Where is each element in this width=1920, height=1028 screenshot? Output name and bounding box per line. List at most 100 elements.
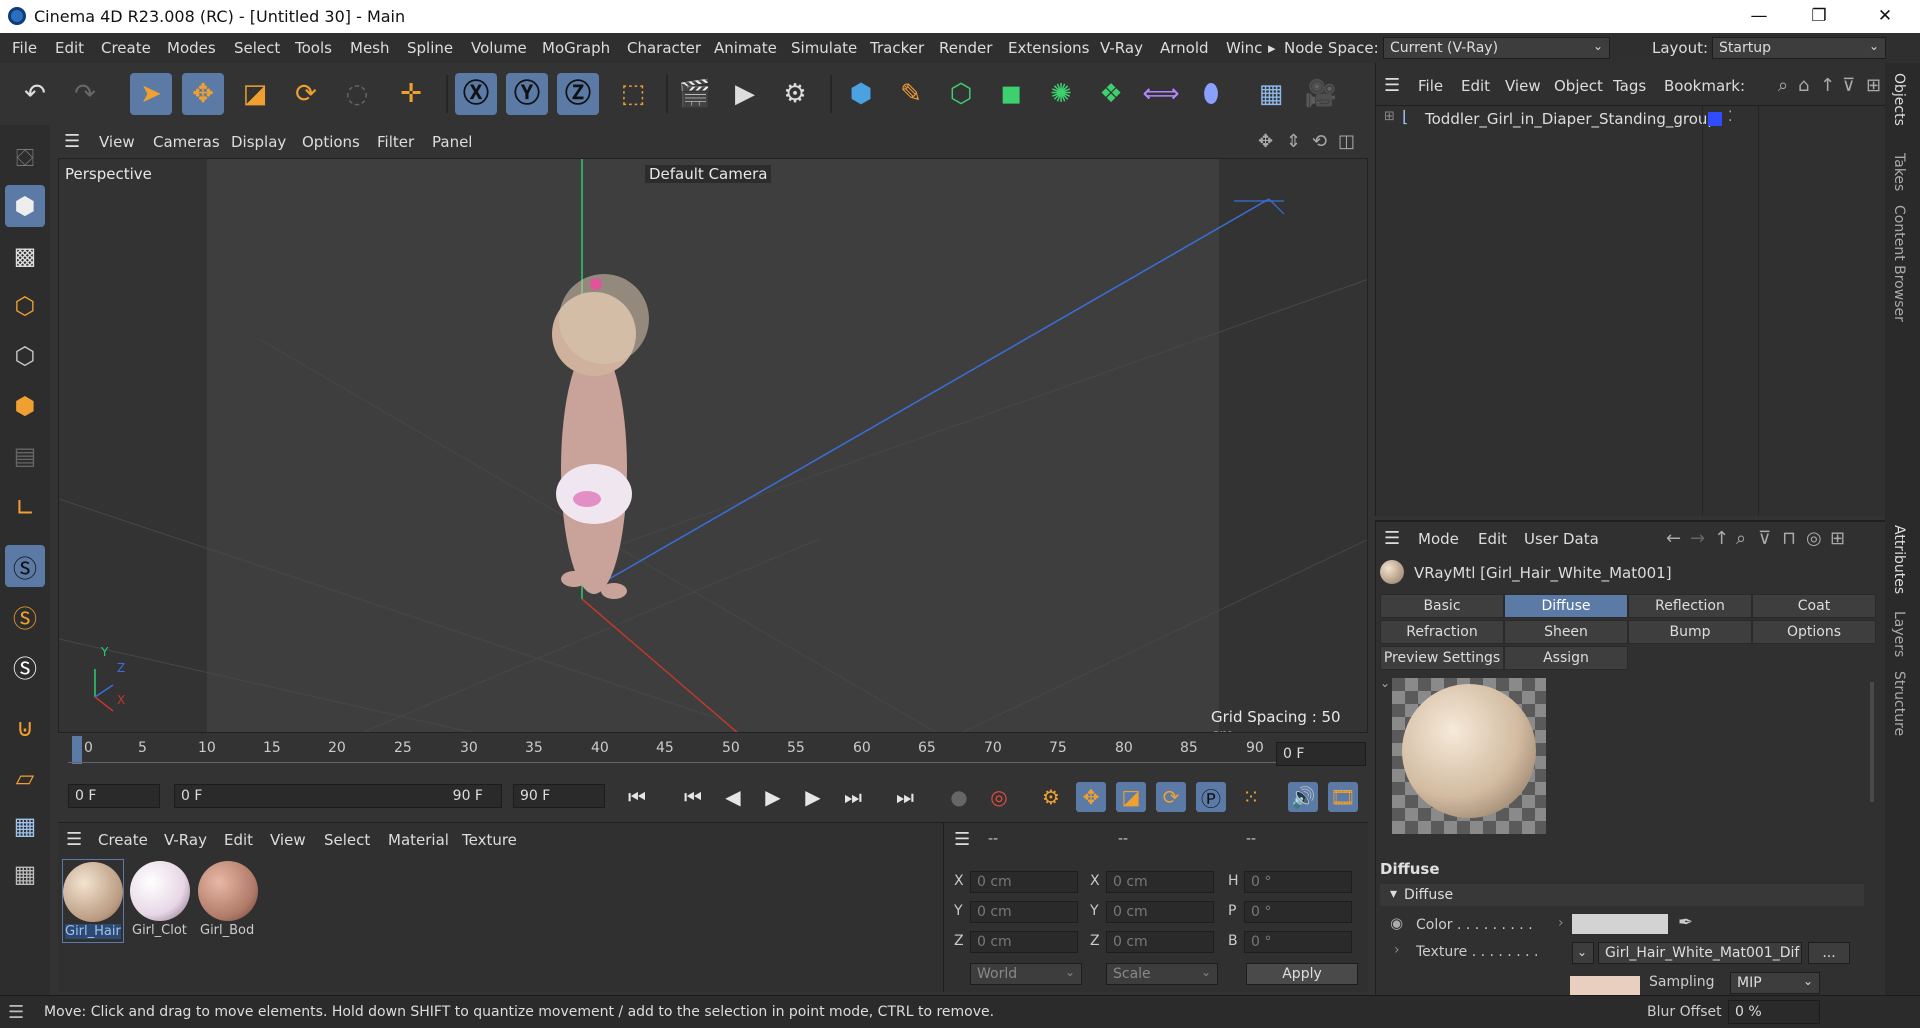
- attr-scrollbar[interactable]: [1870, 682, 1874, 802]
- workplane-button[interactable]: ▱: [5, 757, 45, 799]
- menu-volume[interactable]: Volume: [471, 39, 527, 57]
- go-to-end-button[interactable]: ⏭: [890, 782, 920, 812]
- viewport-menu-options[interactable]: Options: [302, 133, 360, 151]
- object-menu-tags[interactable]: Tags: [1613, 77, 1646, 95]
- object-menu-file[interactable]: File: [1418, 77, 1443, 95]
- layer-color-swatch[interactable]: [1708, 112, 1722, 126]
- min-frame-field[interactable]: 0 F: [68, 784, 160, 808]
- texture-more-button[interactable]: ...: [1808, 942, 1850, 964]
- menu-select[interactable]: Select: [234, 39, 280, 57]
- size-z-field[interactable]: 0 cm: [1106, 931, 1214, 953]
- edges-mode-button[interactable]: ⬡: [5, 335, 45, 377]
- viewport-pan-icon[interactable]: ✥: [1258, 131, 1273, 152]
- key-rotation-button[interactable]: ⟳: [1156, 782, 1186, 812]
- menu-simulate[interactable]: Simulate: [791, 39, 857, 57]
- snap-button[interactable]: ⊍: [5, 707, 45, 749]
- menu-extensions[interactable]: Extensions: [1008, 39, 1089, 57]
- mograph-cloner-button[interactable]: ✺: [1040, 73, 1082, 115]
- y-axis-lock-button[interactable]: Ⓨ: [506, 73, 548, 115]
- menu-window[interactable]: Winc: [1226, 39, 1262, 57]
- forward-arrow-icon[interactable]: →: [1690, 528, 1705, 549]
- camera-button[interactable]: 🎥: [1300, 73, 1342, 115]
- timeline-ruler[interactable]: 0 5 10 15 20 25 30 35 40 45 50 55 60 65 …: [58, 736, 1368, 776]
- keyframe-selection-button[interactable]: ⚙: [1036, 782, 1066, 812]
- tab-basic[interactable]: Basic: [1380, 594, 1504, 618]
- menu-animate[interactable]: Animate: [714, 39, 777, 57]
- viewport-menu-display[interactable]: Display: [231, 133, 286, 151]
- viewport-camera-label[interactable]: Default Camera: [645, 165, 772, 183]
- tab-content-browser-vertical[interactable]: Content Browser: [1891, 205, 1907, 322]
- color-swatch[interactable]: [1572, 914, 1668, 934]
- tab-options[interactable]: Options: [1752, 620, 1876, 644]
- eyedropper-icon[interactable]: ✒: [1678, 912, 1693, 933]
- up-arrow-icon[interactable]: ↑: [1714, 528, 1729, 549]
- locked-workplane-button[interactable]: ▦: [5, 805, 45, 847]
- viewport-3d[interactable]: Perspective Default Camera Grid Spacing …: [58, 158, 1368, 733]
- menu-tools[interactable]: Tools: [295, 39, 332, 57]
- field-button[interactable]: ⬮: [1190, 73, 1232, 115]
- next-key-button[interactable]: ⏭: [838, 782, 868, 812]
- points-mode-button[interactable]: ⬡: [5, 285, 45, 327]
- back-arrow-icon[interactable]: ←: [1666, 528, 1681, 549]
- attr-menu-edit[interactable]: Edit: [1478, 530, 1507, 548]
- redo-button[interactable]: ↷: [64, 73, 106, 115]
- scale-tool-button[interactable]: ◪: [234, 73, 276, 115]
- cube-button[interactable]: ⬢: [840, 73, 882, 115]
- material-menu-view[interactable]: View: [270, 831, 306, 849]
- viewport-menu-panel[interactable]: Panel: [432, 133, 472, 151]
- diffuse-group-header[interactable]: ▾ Diffuse: [1380, 884, 1864, 906]
- hamburger-icon[interactable]: ☰: [8, 1002, 24, 1023]
- attr-menu-mode[interactable]: Mode: [1418, 530, 1459, 548]
- expand-color-icon[interactable]: ›: [1558, 915, 1564, 931]
- floor-button[interactable]: ▦: [1250, 73, 1292, 115]
- rotation-p-field[interactable]: 0 °: [1244, 901, 1352, 923]
- hamburger-icon[interactable]: ☰: [66, 829, 82, 850]
- tab-refraction[interactable]: Refraction: [1380, 620, 1504, 644]
- node-space-select[interactable]: Current (V-Ray) ⌄: [1383, 37, 1610, 59]
- tab-assign[interactable]: Assign: [1504, 646, 1628, 670]
- expand-texture-icon[interactable]: ›: [1394, 942, 1400, 958]
- position-y-field[interactable]: 0 cm: [970, 901, 1078, 923]
- close-button[interactable]: ✕: [1862, 2, 1908, 30]
- rotation-b-field[interactable]: 0 °: [1244, 931, 1352, 953]
- object-menu-bookmarks[interactable]: Bookmark:: [1664, 77, 1745, 95]
- previous-key-button[interactable]: ⏮: [678, 782, 708, 812]
- filter-icon[interactable]: ⊽: [1758, 528, 1771, 549]
- hamburger-icon[interactable]: ☰: [64, 131, 80, 152]
- tab-coat[interactable]: Coat: [1752, 594, 1876, 618]
- attr-menu-user-data[interactable]: User Data: [1524, 530, 1599, 548]
- preview-range-slider[interactable]: 0 F 90 F: [174, 784, 502, 808]
- hamburger-icon[interactable]: ☰: [954, 829, 970, 850]
- viewport-menu-filter[interactable]: Filter: [377, 133, 414, 151]
- menu-render[interactable]: Render: [939, 39, 992, 57]
- new-window-icon[interactable]: ⊞: [1866, 75, 1881, 96]
- world-axis-button[interactable]: ✛: [390, 73, 432, 115]
- object-row[interactable]: ⊞ ⌊ Toddler_Girl_in_Diaper_Standing_grou…: [1376, 107, 1886, 131]
- tab-reflection[interactable]: Reflection: [1628, 594, 1752, 618]
- timeline-playhead[interactable]: [72, 736, 82, 764]
- key-position-button[interactable]: ✥: [1076, 782, 1106, 812]
- tab-preview-settings[interactable]: Preview Settings: [1380, 646, 1504, 670]
- key-parameter-button[interactable]: Ⓟ: [1196, 782, 1226, 812]
- key-pla-button[interactable]: ⁙: [1236, 782, 1266, 812]
- menu-vray[interactable]: V-Ray: [1100, 39, 1143, 57]
- size-x-field[interactable]: 0 cm: [1106, 871, 1214, 893]
- rotation-h-field[interactable]: 0 °: [1244, 871, 1352, 893]
- sound-button[interactable]: 🔊: [1288, 782, 1318, 812]
- film-button[interactable]: 🎞: [1328, 782, 1358, 812]
- chevron-down-icon[interactable]: ⌄: [1380, 676, 1390, 690]
- material-menu-edit[interactable]: Edit: [224, 831, 253, 849]
- menu-mesh[interactable]: Mesh: [350, 39, 390, 57]
- x-axis-lock-button[interactable]: Ⓧ: [455, 73, 497, 115]
- material-slot-clothes[interactable]: Girl_Clot: [130, 859, 192, 943]
- menu-modes[interactable]: Modes: [167, 39, 216, 57]
- object-menu-view[interactable]: View: [1505, 77, 1541, 95]
- make-editable-button[interactable]: ⛋: [5, 137, 45, 179]
- max-frame-field[interactable]: 90 F: [513, 784, 605, 808]
- menu-create[interactable]: Create: [101, 39, 151, 57]
- menu-arnold[interactable]: Arnold: [1160, 39, 1209, 57]
- coord-mode-select[interactable]: World ⌄: [970, 963, 1082, 985]
- undo-button[interactable]: ↶: [14, 73, 56, 115]
- select-tool-button[interactable]: ➤: [130, 73, 172, 115]
- menu-mograph[interactable]: MoGraph: [542, 39, 610, 57]
